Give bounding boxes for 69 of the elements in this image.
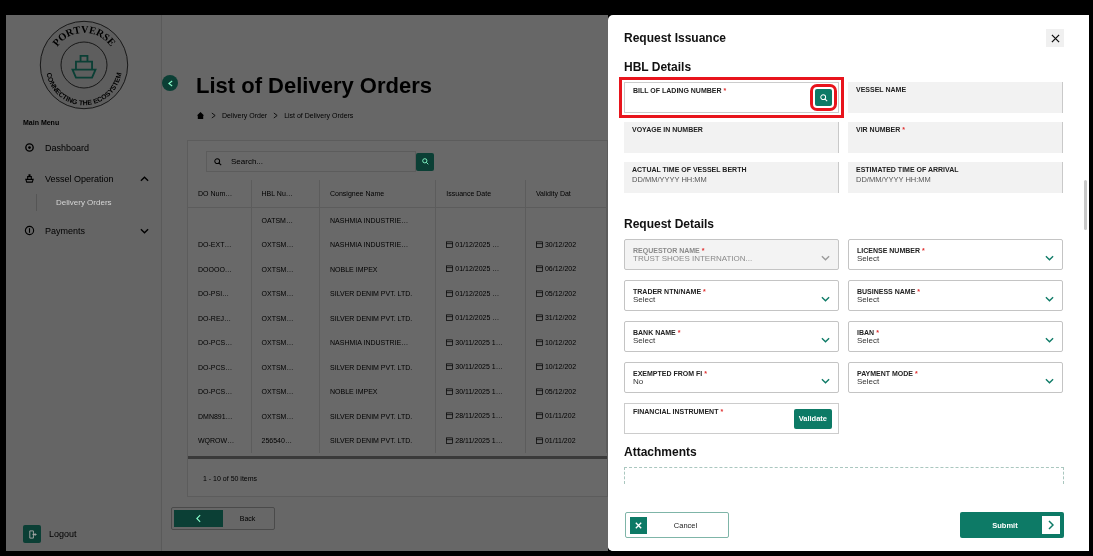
sidebar-item[interactable]: Vessel Operation [24, 167, 149, 190]
calendar-icon [535, 363, 543, 371]
calendar-icon [446, 436, 454, 444]
chevron-down-icon [1045, 337, 1054, 343]
calendar-icon [535, 240, 543, 248]
section-heading: Request Details [624, 217, 716, 231]
section-heading: HBL Details [624, 60, 693, 74]
search-icon [819, 93, 828, 102]
chevron-down-icon [140, 227, 149, 234]
calendar-icon [446, 240, 454, 248]
calendar-icon [535, 314, 543, 322]
calendar-icon [535, 265, 543, 273]
search-icon [214, 158, 222, 166]
sidebar-item[interactable]: Dashboard [24, 136, 149, 159]
chevron-up-icon [140, 175, 149, 182]
logout-button[interactable] [23, 525, 41, 543]
chevron-down-icon [821, 337, 830, 343]
dropdown-value: No [633, 376, 644, 386]
drawer-title: Request Issuance [624, 31, 727, 45]
calendar-icon [446, 289, 454, 297]
logout-link[interactable]: Logout [49, 529, 77, 539]
dropdown-value: Select [857, 376, 880, 386]
collapse-button[interactable] [162, 75, 178, 91]
chevron-right-icon [211, 112, 216, 119]
section-heading: Attachments [624, 445, 698, 459]
exit-icon [27, 529, 37, 539]
dropdown-value: Select [857, 253, 880, 263]
dashboard-icon [24, 142, 35, 153]
calendar-icon [446, 314, 454, 322]
calendar-icon [535, 412, 543, 420]
dropdown-value: Select [857, 294, 880, 304]
sidebar-item[interactable]: Payments [24, 219, 149, 242]
chevron-down-icon [1045, 378, 1054, 384]
dropdown-value: Select [857, 335, 880, 345]
item-label: Vessel Operation [45, 173, 115, 184]
chevron-down-icon [1045, 255, 1054, 261]
item-label: Dashboard [45, 142, 91, 153]
chevron-right-icon [1048, 520, 1054, 530]
close-icon [1050, 33, 1060, 43]
home-icon[interactable] [196, 111, 205, 120]
calendar-icon [535, 338, 543, 346]
calendar-icon [446, 338, 454, 346]
chevron-left-icon [196, 514, 201, 523]
search-field[interactable]: Search... [206, 151, 416, 172]
chevron-left-icon [167, 79, 173, 87]
search-icon [421, 158, 429, 165]
calendar-icon [535, 387, 543, 395]
item-label: Payments [45, 225, 87, 236]
coin-icon [24, 225, 35, 236]
sidebar-subitem[interactable]: Delivery Orders [36, 194, 161, 211]
calendar-icon [446, 363, 454, 371]
close-icon [634, 520, 643, 530]
chevron-down-icon [821, 296, 830, 302]
calendar-icon [446, 387, 454, 395]
dropdown-value: TRUST SHOES INTERNATION... [633, 253, 753, 263]
calendar-icon [446, 412, 454, 420]
chevron-down-icon [821, 378, 830, 384]
dropdown-value: Select [633, 294, 656, 304]
calendar-icon [535, 289, 543, 297]
calendar-icon [446, 265, 454, 273]
dropdown-value: Select [633, 335, 656, 345]
search-button[interactable] [416, 152, 434, 171]
calendar-icon [535, 436, 543, 444]
close-button[interactable] [1046, 29, 1064, 47]
page-title: List of Delivery Orders [196, 73, 433, 99]
chevron-right-icon [273, 112, 279, 119]
ship-icon [24, 173, 35, 184]
chevron-down-icon [1045, 296, 1054, 302]
chevron-down-icon [821, 255, 830, 261]
